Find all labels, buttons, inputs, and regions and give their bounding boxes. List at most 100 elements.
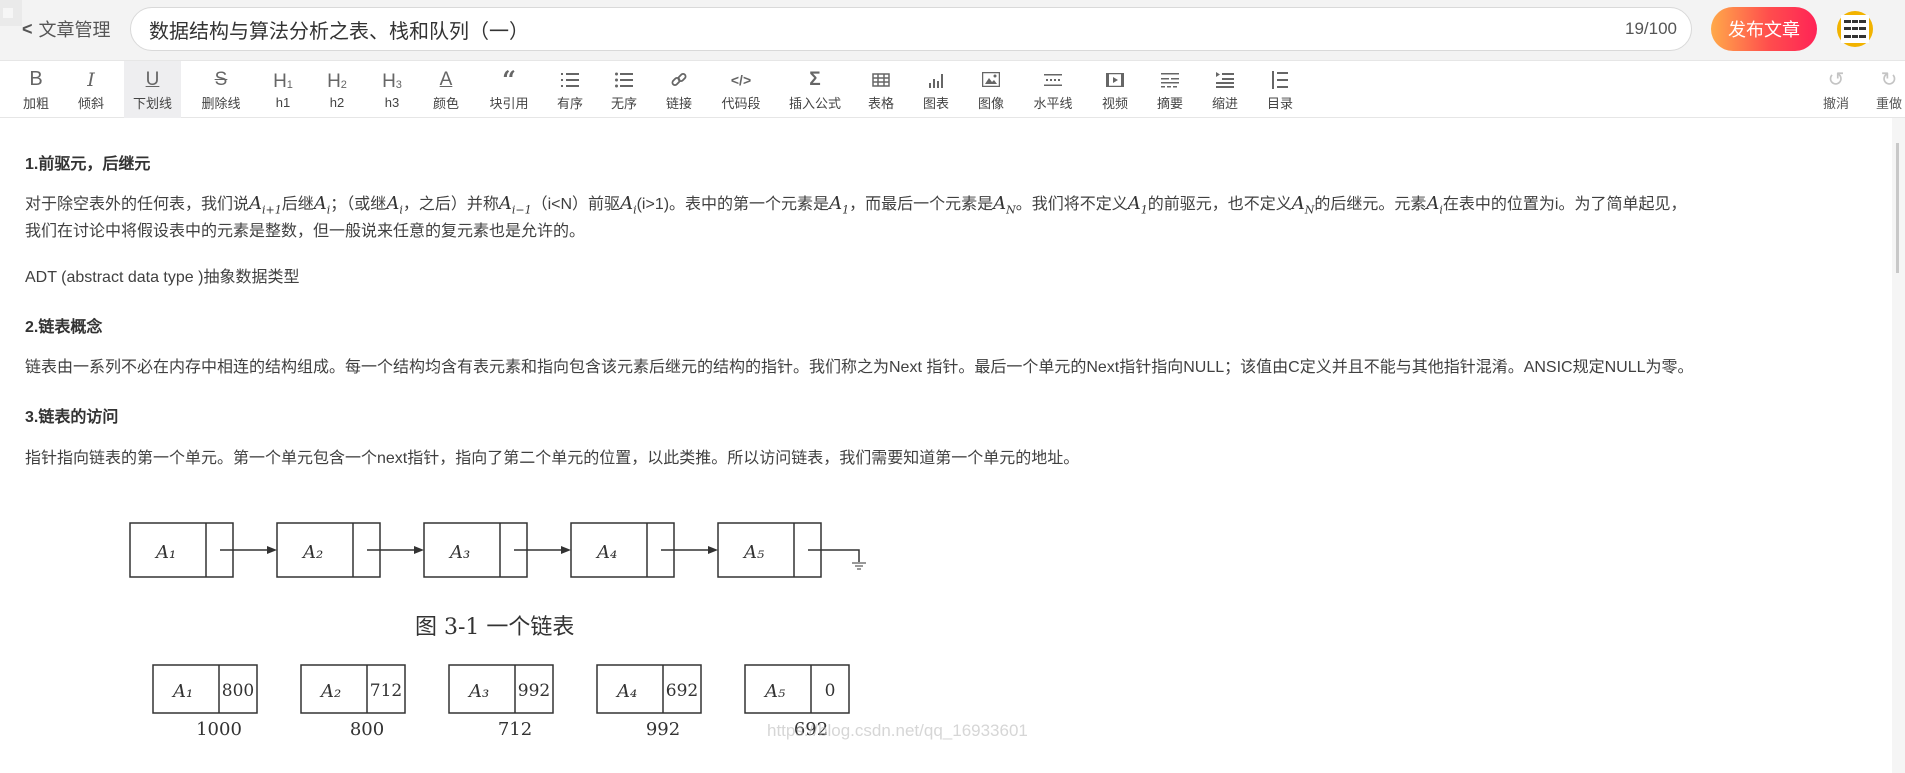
node-label: A₃ [467, 681, 489, 702]
code-icon: </> [730, 71, 752, 88]
strikethrough-icon: S [214, 68, 228, 90]
arrow-head [561, 546, 571, 554]
memory-node: A₃ 992 712 [448, 664, 554, 740]
math-a-i-plus-1: Ai+1 [249, 193, 282, 217]
link-icon [671, 68, 687, 92]
editor-toolbar: B 加粗 I 倾斜 U 下划线 S 删除线 H1 h1 H2 h2 H3 h3 … [0, 60, 1905, 118]
undo-icon: ↺ [1827, 69, 1845, 91]
toolbar-blockquote[interactable]: “ 块引用 [484, 61, 534, 118]
node-address: 800 [350, 719, 384, 740]
node-address: 1000 [196, 719, 242, 740]
toolbar-horizontal-rule[interactable]: 水平线 [1028, 61, 1078, 118]
node-label: A₄ [595, 542, 617, 563]
toolbar-h2[interactable]: H2 h2 [319, 61, 355, 118]
list-node: A₁ [129, 522, 234, 578]
figure-linked-list-addresses: A₁ 800 1000 A₂ 712 800 A₃ 992 712 A₄ 692 992 A₅ 0 692 [152, 664, 850, 740]
next-pointer-value: 0 [825, 681, 836, 701]
arrow-head [708, 546, 718, 554]
figure-linked-list: 图 3-1 一个链表 A₁ A₂ A₃ A₄ A₅ [129, 522, 866, 640]
window-corner [0, 0, 22, 26]
node-address: 712 [498, 719, 532, 740]
toolbar-undo[interactable]: ↺ 撤消 [1818, 61, 1854, 118]
math-a-i: Ai [386, 193, 403, 217]
section-heading-2: 2.链表概念 [25, 319, 103, 336]
node-box [129, 522, 234, 578]
toolbar-h3[interactable]: H3 h3 [374, 61, 410, 118]
next-pointer-value: 692 [666, 681, 698, 701]
back-label: 文章管理 [38, 20, 111, 40]
toolbar-italic[interactable]: I 倾斜 [73, 61, 109, 118]
summary-icon [1161, 68, 1179, 92]
node-label: A₅ [763, 681, 785, 702]
unordered-list-icon [615, 68, 633, 92]
heading3-icon: H3 [382, 70, 402, 92]
underline-icon: U [145, 68, 160, 90]
formula-icon: Σ [809, 68, 821, 90]
toolbar-color[interactable]: A 颜色 [428, 61, 464, 118]
avatar[interactable] [1837, 11, 1873, 47]
math-a-i: Ai [620, 193, 637, 217]
toolbar-bold[interactable]: B 加粗 [18, 61, 54, 118]
italic-icon: I [87, 68, 95, 91]
toolbar-indent[interactable]: 缩进 [1207, 61, 1243, 118]
publish-button[interactable]: 发布文章 [1711, 7, 1817, 51]
toolbar-strikethrough[interactable]: S 删除线 [196, 61, 246, 118]
math-a-i: Ai [1426, 193, 1443, 217]
toolbar-image[interactable]: 图像 [973, 61, 1009, 118]
list-node: A₂ [276, 522, 381, 578]
title-input[interactable] [149, 17, 1625, 41]
image-icon [982, 68, 1000, 92]
next-pointer-value: 992 [518, 681, 550, 701]
next-pointer-value: 712 [370, 681, 402, 701]
node-address: 992 [646, 719, 680, 740]
paragraph-1-line-2: 我们在讨论中将假设表中的元素是整数，但一般说来任意的复元素也是允许的。 [25, 223, 586, 240]
heading1-icon: H1 [273, 70, 293, 92]
ordered-list-icon [561, 68, 579, 92]
indent-icon [1216, 68, 1234, 92]
toolbar-code[interactable]: </> 代码段 [716, 61, 766, 118]
toolbar-chart[interactable]: 图表 [918, 61, 954, 118]
bold-icon: B [29, 68, 43, 90]
title-char-count: 19/100 [1625, 19, 1677, 38]
redo-icon: ↻ [1880, 69, 1898, 91]
toolbar-redo[interactable]: ↻ 重做 [1871, 61, 1905, 118]
section-heading-3: 3.链表的访问 [25, 409, 119, 426]
back-to-article-management[interactable]: < 文章管理 [22, 16, 111, 42]
section-heading-1: 1.前驱元，后继元 [25, 156, 151, 173]
toolbar-video[interactable]: 视频 [1097, 61, 1133, 118]
node-box [423, 522, 528, 578]
text-color-icon: A [439, 68, 453, 90]
next-pointer-value: 800 [222, 681, 254, 701]
arrow-head [267, 546, 277, 554]
memory-node: A₁ 800 1000 [152, 664, 258, 740]
arrow-head [414, 546, 424, 554]
node-label: A₂ [301, 542, 323, 563]
node-box [717, 522, 822, 578]
node-box [570, 522, 675, 578]
toolbar-summary[interactable]: 摘要 [1152, 61, 1188, 118]
toolbar-toc[interactable]: 目录 [1262, 61, 1298, 118]
toolbar-link[interactable]: 链接 [661, 61, 697, 118]
memory-node: A₄ 692 992 [596, 664, 702, 740]
paragraph-2: 链表由一系列不必在内存中相连的结构组成。每一个结构均含有表元素和指向包含该元素后… [25, 359, 1694, 376]
toolbar-table[interactable]: 表格 [863, 61, 899, 118]
list-node: A₄ [570, 522, 675, 578]
heading2-icon: H2 [327, 70, 347, 92]
title-field[interactable]: 19/100 [130, 7, 1692, 51]
toolbar-formula[interactable]: Σ 插入公式 [785, 61, 845, 118]
avatar-image [1841, 15, 1869, 43]
math-a-1: A1 [1127, 193, 1148, 217]
adt-line: ADT (abstract data type )抽象数据类型 [25, 269, 300, 286]
toolbar-ordered-list[interactable]: 有序 [552, 61, 588, 118]
toolbar-h1[interactable]: H1 h1 [265, 61, 301, 118]
scrollbar-thumb[interactable] [1896, 143, 1899, 273]
node-label: A₃ [448, 542, 470, 563]
vertical-scrollbar[interactable] [1892, 118, 1905, 773]
math-a-1: A1 [829, 193, 850, 217]
math-a-n: AN [1291, 193, 1315, 217]
toolbar-underline[interactable]: U 下划线 [124, 61, 181, 118]
node-label: A₅ [742, 542, 764, 563]
video-icon [1106, 68, 1124, 92]
figure-caption: 图 3-1 一个链表 [415, 615, 574, 640]
toolbar-unordered-list[interactable]: 无序 [606, 61, 642, 118]
